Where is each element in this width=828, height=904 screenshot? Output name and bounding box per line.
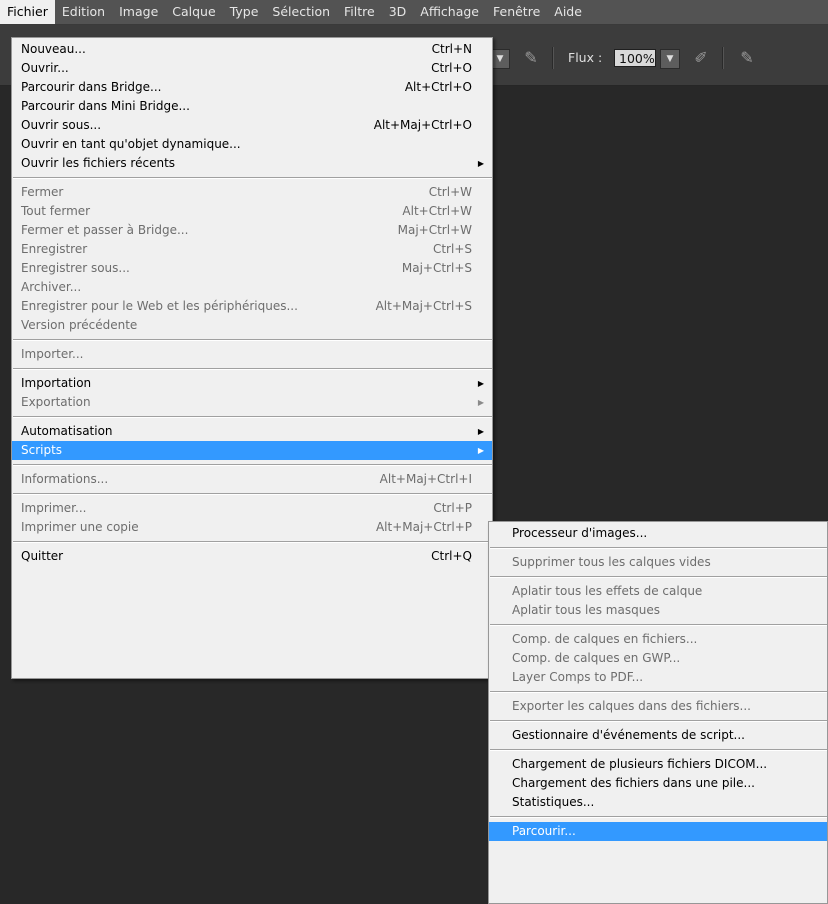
menu-divider [490, 624, 827, 626]
airbrush-icon[interactable]: ✐ [690, 47, 712, 69]
menu-bar: Fichier Edition Image Calque Type Sélect… [0, 0, 828, 25]
menu-item-processeur-images[interactable]: Processeur d'images... [489, 524, 827, 543]
menu-divider [490, 749, 827, 751]
menu-item-informations[interactable]: Informations... Alt+Maj+Ctrl+I [12, 470, 492, 489]
menu-item-enregistrer-sous[interactable]: Enregistrer sous... Maj+Ctrl+S [12, 259, 492, 278]
menu-item-fermer-passer-bridge[interactable]: Fermer et passer à Bridge... Maj+Ctrl+W [12, 221, 492, 240]
menu-item-supprimer-calques-vides[interactable]: Supprimer tous les calques vides [489, 553, 827, 572]
menu-item-parcourir-mini-bridge[interactable]: Parcourir dans Mini Bridge... [12, 97, 492, 116]
menu-divider [490, 691, 827, 693]
menu-affichage[interactable]: Affichage [413, 0, 486, 24]
menu-aide[interactable]: Aide [547, 0, 589, 24]
submenu-arrow-icon: ▶ [477, 379, 484, 388]
menu-item-gestionnaire-evenements[interactable]: Gestionnaire d'événements de script... [489, 726, 827, 745]
menu-item-ouvrir[interactable]: Ouvrir... Ctrl+O [12, 59, 492, 78]
menu-filtre[interactable]: Filtre [337, 0, 382, 24]
menu-item-statistiques[interactable]: Statistiques... [489, 793, 827, 812]
menu-item-enregistrer[interactable]: Enregistrer Ctrl+S [12, 240, 492, 259]
toolbar-divider [722, 47, 724, 69]
menu-item-comp-calques-fichiers[interactable]: Comp. de calques en fichiers... [489, 630, 827, 649]
menu-item-parcourir-bridge[interactable]: Parcourir dans Bridge... Alt+Ctrl+O [12, 78, 492, 97]
menu-divider [13, 339, 492, 341]
pressure-size-icon[interactable]: ✎ [736, 47, 758, 69]
menu-item-fichiers-recents[interactable]: Ouvrir les fichiers récents ▶ [12, 154, 492, 173]
menu-item-nouveau[interactable]: Nouveau... Ctrl+N [12, 40, 492, 59]
menu-item-parcourir[interactable]: Parcourir... [489, 822, 827, 841]
menu-item-ouvrir-sous[interactable]: Ouvrir sous... Alt+Maj+Ctrl+O [12, 116, 492, 135]
menu-item-exporter-calques[interactable]: Exporter les calques dans des fichiers..… [489, 697, 827, 716]
menu-item-importer[interactable]: Importer... [12, 345, 492, 364]
flux-label: Flux : [568, 50, 603, 65]
menu-item-layer-comps-pdf[interactable]: Layer Comps to PDF... [489, 668, 827, 687]
menu-item-comp-calques-gwp[interactable]: Comp. de calques en GWP... [489, 649, 827, 668]
menu-divider [490, 720, 827, 722]
pressure-opacity-icon[interactable]: ✎ [520, 47, 542, 69]
submenu-arrow-icon: ▶ [477, 398, 484, 407]
flux-input[interactable]: 100% [614, 49, 656, 67]
menu-item-enregistrer-web[interactable]: Enregistrer pour le Web et les périphéri… [12, 297, 492, 316]
menu-selection[interactable]: Sélection [265, 0, 337, 24]
menu-divider [13, 541, 492, 543]
menu-item-fermer[interactable]: Fermer Ctrl+W [12, 183, 492, 202]
menu-item-chargement-pile[interactable]: Chargement des fichiers dans une pile... [489, 774, 827, 793]
menu-item-archiver[interactable]: Archiver... [12, 278, 492, 297]
menu-fenetre[interactable]: Fenêtre [486, 0, 547, 24]
submenu-arrow-icon: ▶ [477, 427, 484, 436]
menu-item-scripts[interactable]: Scripts ▶ [12, 441, 492, 460]
menu-item-chargement-dicom[interactable]: Chargement de plusieurs fichiers DICOM..… [489, 755, 827, 774]
menu-edition[interactable]: Edition [55, 0, 112, 24]
menu-item-importation[interactable]: Importation ▶ [12, 374, 492, 393]
menu-item-aplatir-masques[interactable]: Aplatir tous les masques [489, 601, 827, 620]
menu-divider [490, 547, 827, 549]
menu-divider [490, 816, 827, 818]
menu-item-aplatir-effets[interactable]: Aplatir tous les effets de calque [489, 582, 827, 601]
menu-item-quitter[interactable]: Quitter Ctrl+Q [12, 547, 492, 566]
menu-item-ouvrir-objet-dynamique[interactable]: Ouvrir en tant qu'objet dynamique... [12, 135, 492, 154]
menu-item-imprimer-copie[interactable]: Imprimer une copie Alt+Maj+Ctrl+P [12, 518, 492, 537]
menu-calque[interactable]: Calque [165, 0, 222, 24]
fichier-dropdown-menu: Nouveau... Ctrl+N Ouvrir... Ctrl+O Parcour… [11, 37, 493, 679]
menu-fichier[interactable]: Fichier [0, 0, 55, 24]
menu-divider [13, 416, 492, 418]
submenu-arrow-icon: ▶ [477, 446, 484, 455]
menu-item-imprimer[interactable]: Imprimer... Ctrl+P [12, 499, 492, 518]
menu-divider [13, 493, 492, 495]
menu-type[interactable]: Type [223, 0, 266, 24]
toolbar-divider [552, 47, 554, 69]
menu-divider [13, 464, 492, 466]
menu-item-tout-fermer[interactable]: Tout fermer Alt+Ctrl+W [12, 202, 492, 221]
scripts-submenu: Processeur d'images... Supprimer tous le… [488, 521, 828, 904]
menu-item-version-precedente[interactable]: Version précédente [12, 316, 492, 335]
menu-item-automatisation[interactable]: Automatisation ▶ [12, 422, 492, 441]
submenu-arrow-icon: ▶ [477, 159, 484, 168]
menu-image[interactable]: Image [112, 0, 165, 24]
menu-item-exportation[interactable]: Exportation ▶ [12, 393, 492, 412]
opacity-dropdown-arrow[interactable]: ▼ [490, 49, 510, 69]
menu-divider [490, 576, 827, 578]
menu-divider [13, 368, 492, 370]
flux-dropdown-arrow[interactable]: ▼ [660, 49, 680, 69]
menu-divider [13, 177, 492, 179]
menu-3d[interactable]: 3D [382, 0, 414, 24]
